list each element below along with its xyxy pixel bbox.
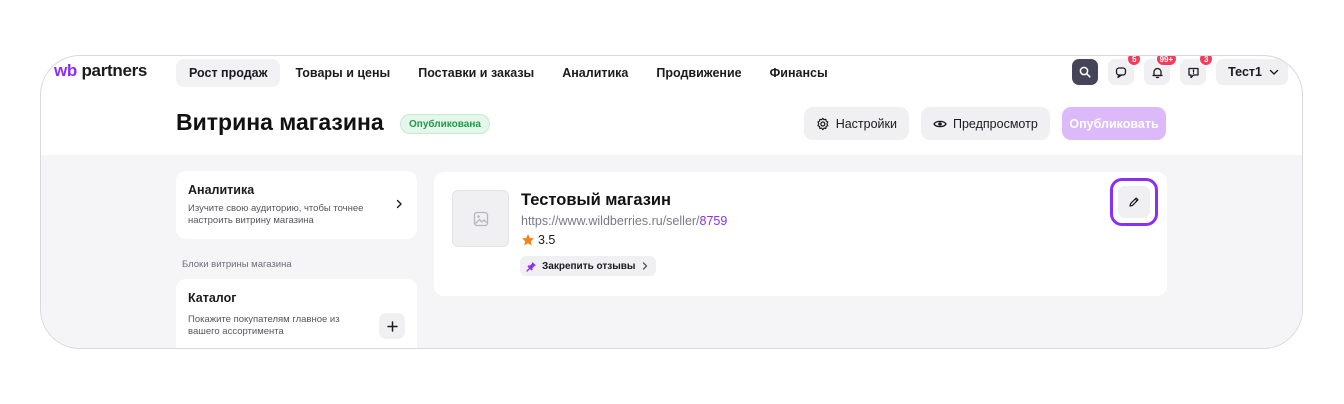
settings-button[interactable]: Настройки bbox=[804, 107, 909, 140]
nav-item-sales-growth[interactable]: Рост продаж bbox=[176, 59, 281, 87]
content-area: Аналитика Изучите свою аудиторию, чтобы … bbox=[41, 155, 1302, 348]
user-name: Тест1 bbox=[1228, 65, 1262, 79]
bell-icon bbox=[1152, 67, 1163, 78]
chat-button[interactable]: 5 bbox=[1108, 56, 1142, 85]
image-icon bbox=[473, 211, 488, 226]
pin-reviews-label: Закрепить отзывы bbox=[542, 260, 636, 272]
preview-label: Предпросмотр bbox=[953, 116, 1038, 131]
nav-item-products-prices[interactable]: Товары и цены bbox=[282, 59, 403, 87]
pencil-icon bbox=[1129, 197, 1139, 207]
preview-button[interactable]: Предпросмотр bbox=[921, 107, 1050, 140]
edit-highlight bbox=[1110, 178, 1158, 226]
rating-value: 3.5 bbox=[538, 233, 556, 247]
user-menu[interactable]: Тест1 bbox=[1216, 59, 1288, 85]
chevron-right-icon bbox=[396, 199, 402, 209]
support-badge: 3 bbox=[1199, 56, 1214, 66]
store-rating: 3.5 bbox=[521, 233, 555, 247]
store-logo-placeholder[interactable] bbox=[452, 190, 509, 247]
analytics-title: Аналитика bbox=[188, 183, 255, 197]
plus-icon bbox=[386, 320, 398, 332]
top-navigation: wb partners Рост продаж Товары и цены По… bbox=[41, 56, 1302, 90]
chat-badge: 5 bbox=[1127, 56, 1142, 66]
store-url-prefix: https://www.wildberries.ru/seller/ bbox=[521, 214, 700, 228]
settings-label: Настройки bbox=[835, 116, 897, 131]
gear-icon bbox=[817, 117, 829, 130]
seller-id: 8759 bbox=[699, 214, 728, 228]
chat-icon bbox=[1115, 66, 1126, 78]
nav-item-finance[interactable]: Финансы bbox=[757, 59, 841, 87]
store-url[interactable]: https://www.wildberries.ru/seller/8759 bbox=[521, 214, 727, 228]
support-chat-icon bbox=[1188, 67, 1199, 78]
nav-item-promotion[interactable]: Продвижение bbox=[643, 59, 754, 87]
edit-store-button[interactable] bbox=[1118, 186, 1150, 218]
add-catalog-button[interactable] bbox=[379, 313, 405, 339]
star-icon bbox=[522, 234, 534, 246]
catalog-card: Каталог Покажите покупателям главное из … bbox=[176, 279, 417, 348]
catalog-description: Покажите покупателям главное из вашего а… bbox=[188, 314, 340, 337]
toolbar: 5 99+ 3 Тест1 bbox=[1072, 56, 1288, 85]
notifications-button[interactable]: 99+ bbox=[1144, 56, 1178, 85]
notifications-badge: 99+ bbox=[1155, 56, 1178, 66]
main-nav: Рост продаж Товары и цены Поставки и зак… bbox=[176, 59, 841, 87]
page-title: Витрина магазина bbox=[176, 109, 384, 135]
section-label: Блоки витрины магазина bbox=[182, 259, 292, 270]
store-name: Тестовый магазин bbox=[521, 191, 672, 209]
support-button[interactable]: 3 bbox=[1180, 56, 1214, 85]
nav-item-supplies-orders[interactable]: Поставки и заказы bbox=[405, 59, 547, 87]
analytics-description: Изучите свою аудиторию, чтобы точнее нас… bbox=[188, 203, 364, 226]
pin-reviews-button[interactable]: Закрепить отзывы bbox=[520, 256, 657, 276]
pin-icon bbox=[526, 261, 536, 272]
catalog-title: Каталог bbox=[188, 291, 237, 305]
chevron-down-icon bbox=[1269, 69, 1279, 75]
chevron-right-icon bbox=[643, 262, 648, 270]
search-icon bbox=[1079, 66, 1091, 78]
wb-partners-logo[interactable]: wb partners bbox=[54, 61, 147, 81]
publish-button[interactable]: Опубликовать bbox=[1062, 107, 1166, 140]
analytics-card[interactable]: Аналитика Изучите свою аудиторию, чтобы … bbox=[176, 171, 417, 239]
status-badge: Опубликована bbox=[400, 114, 490, 134]
search-button[interactable] bbox=[1072, 59, 1099, 85]
eye-icon bbox=[933, 120, 947, 127]
app-window: wb partners Рост продаж Товары и цены По… bbox=[40, 55, 1303, 349]
nav-item-analytics[interactable]: Аналитика bbox=[549, 59, 641, 87]
store-card: Тестовый магазин https://www.wildberries… bbox=[434, 172, 1167, 296]
